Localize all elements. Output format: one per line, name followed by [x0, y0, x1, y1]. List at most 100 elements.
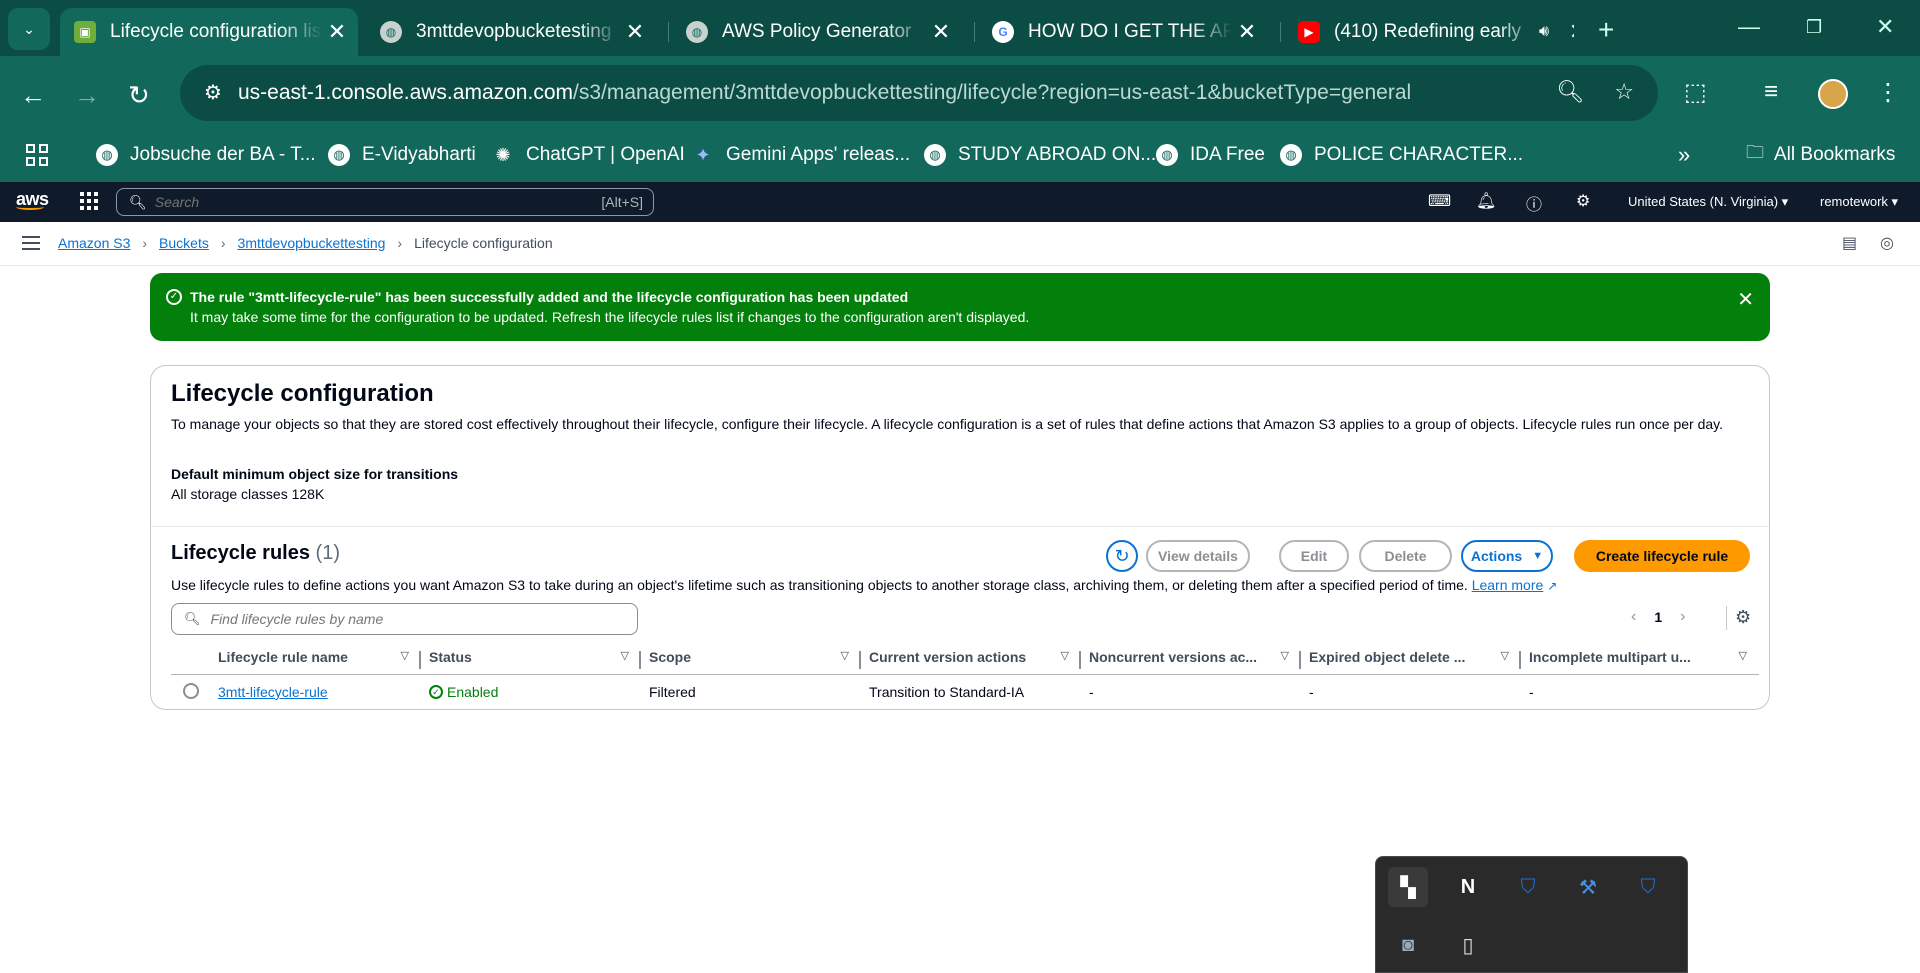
divider: [151, 526, 1769, 527]
rule-name-link[interactable]: 3mtt-lifecycle-rule: [218, 684, 328, 700]
column-header-incomplete-multipart[interactable]: Incomplete multipart u... ▽: [1521, 649, 1759, 674]
settings-icon[interactable]: ⚙︎: [1576, 191, 1590, 211]
bookmark-item[interactable]: ◍ IDA Free: [1156, 136, 1265, 174]
page-number[interactable]: 1: [1654, 609, 1662, 625]
bookmark-star-icon[interactable]: ☆: [1614, 79, 1634, 105]
profile-avatar[interactable]: [1818, 79, 1848, 109]
reload-icon[interactable]: ↻: [128, 80, 150, 111]
min-size-value: All storage classes 128K: [171, 486, 325, 502]
site-info-icon[interactable]: ⚙︎: [200, 80, 226, 106]
tool-icon[interactable]: ⚒︎: [1568, 867, 1608, 907]
bookmark-item[interactable]: ✦ Gemini Apps' releas...: [692, 136, 910, 174]
flash-body: It may take some time for the configurat…: [190, 309, 1030, 325]
tab-lifecycle[interactable]: ▣ Lifecycle configuration lis ✕: [60, 8, 358, 56]
table-row[interactable]: 3mtt-lifecycle-rule ✓ Enabled Filtered Tr…: [171, 676, 1759, 708]
column-header-noncurrent[interactable]: Noncurrent versions ac... ▽: [1081, 649, 1301, 674]
globe-icon: ◍: [96, 144, 118, 166]
camera-app-icon[interactable]: ◙: [1388, 925, 1428, 965]
services-menu-icon[interactable]: [80, 192, 98, 210]
help-icon[interactable]: ⓘ: [1526, 191, 1542, 215]
delete-button[interactable]: Delete: [1359, 540, 1452, 572]
next-page-icon[interactable]: ›: [1680, 608, 1685, 626]
row-radio[interactable]: [183, 682, 199, 699]
scope-cell: Filtered: [649, 684, 696, 700]
chevron-right-icon: ›: [220, 235, 226, 251]
extensions-icon[interactable]: ⬚: [1684, 78, 1707, 107]
minimize-icon[interactable]: —: [1738, 14, 1760, 40]
bookmark-item[interactable]: ◍ STUDY ABROAD ON...: [924, 136, 1156, 174]
column-header-expired-delete[interactable]: Expired object delete ... ▽: [1301, 649, 1521, 674]
notifications-icon[interactable]: 🔔︎: [1476, 191, 1496, 211]
forward-icon[interactable]: →: [74, 80, 100, 111]
tab-bucket[interactable]: ◍ 3mttdevopbucketesting ✕: [366, 8, 656, 56]
breadcrumb-bucket[interactable]: 3mttdevopbuckettesting: [238, 235, 386, 251]
security-shield-icon[interactable]: ⛉: [1628, 867, 1668, 907]
breadcrumb-amazon-s3[interactable]: Amazon S3: [58, 235, 130, 251]
tab-policy-generator[interactable]: ◍ AWS Policy Generator ✕: [672, 8, 962, 56]
dismiss-icon[interactable]: ✕: [1737, 287, 1754, 312]
aws-search-input[interactable]: [154, 194, 602, 210]
view-details-button[interactable]: View details: [1146, 540, 1250, 572]
more-bookmarks-icon[interactable]: »: [1678, 136, 1690, 174]
globe-icon: ◍: [686, 21, 708, 43]
tab-google[interactable]: G HOW DO I GET THE ARN ✕: [978, 8, 1268, 56]
zoom-icon[interactable]: 🔍︎: [1556, 79, 1584, 105]
column-header-status[interactable]: Status ▽: [421, 649, 641, 674]
create-lifecycle-rule-button[interactable]: Create lifecycle rule: [1574, 540, 1750, 572]
notion-icon[interactable]: N: [1448, 867, 1488, 907]
actions-button[interactable]: Actions ▼: [1461, 540, 1553, 572]
tab-youtube[interactable]: ▶ (410) Redefining early 🔊︎ ✕: [1284, 8, 1574, 56]
bookmark-item[interactable]: ✺ ChatGPT | OpenAI: [492, 136, 684, 174]
rule-name-cell: 3mtt-lifecycle-rule: [210, 684, 421, 700]
notifications-panel-icon[interactable]: ◎: [1880, 233, 1894, 253]
min-size-label: Default minimum object size for transiti…: [171, 466, 459, 482]
tab-search-button[interactable]: ⌄: [8, 8, 50, 50]
apps-icon[interactable]: [26, 136, 48, 174]
breadcrumb-buckets[interactable]: Buckets: [159, 235, 209, 251]
divider: [1726, 606, 1727, 630]
globe-icon: ◍: [1280, 144, 1302, 166]
prev-page-icon[interactable]: ‹: [1631, 608, 1636, 626]
address-bar[interactable]: ⚙︎ us-east-1.console.aws.amazon.com/s3/m…: [180, 65, 1658, 121]
column-header-current-actions[interactable]: Current version actions ▽: [861, 649, 1081, 674]
media-control-icon[interactable]: ≡: [1764, 78, 1778, 106]
defender-shield-icon[interactable]: ⛉: [1508, 867, 1548, 907]
breadcrumb: Amazon S3 › Buckets › 3mttdevopbuckettes…: [58, 235, 553, 251]
speaker-icon[interactable]: 🔊︎: [1539, 23, 1549, 41]
close-icon[interactable]: ✕: [926, 19, 956, 45]
region-selector[interactable]: United States (N. Virginia) ▾: [1628, 194, 1788, 210]
close-icon[interactable]: ✕: [620, 19, 650, 45]
bookmark-item[interactable]: ◍ POLICE CHARACTER...: [1280, 136, 1523, 174]
new-tab-button[interactable]: +: [1598, 14, 1614, 46]
all-bookmarks[interactable]: 🗀︎ All Bookmarks: [1746, 136, 1895, 174]
close-icon[interactable]: ✕: [1563, 19, 1574, 45]
pagination: ‹ 1 ›: [1631, 608, 1685, 626]
back-icon[interactable]: ←: [20, 80, 46, 111]
refresh-button[interactable]: ↻: [1106, 540, 1138, 572]
edit-button[interactable]: Edit: [1279, 540, 1349, 572]
window-close-icon[interactable]: ✕: [1876, 14, 1894, 40]
close-icon[interactable]: ✕: [322, 19, 352, 45]
cloudshell-icon[interactable]: ⌨︎: [1428, 191, 1451, 211]
account-menu[interactable]: remotework ▾: [1820, 194, 1898, 210]
table-preferences-icon[interactable]: ⚙︎: [1735, 607, 1751, 628]
learn-more-link[interactable]: Learn more: [1472, 577, 1544, 593]
usb-drive-icon[interactable]: ▯: [1448, 925, 1488, 965]
app-grid-icon[interactable]: ▚: [1388, 867, 1428, 907]
bookmark-item[interactable]: ◍ Jobsuche der BA - T...: [96, 136, 316, 174]
column-header-scope[interactable]: Scope ▽: [641, 649, 861, 674]
rules-filter[interactable]: 🔍︎: [171, 603, 638, 635]
side-nav-toggle-icon[interactable]: [22, 236, 40, 250]
column-header-name[interactable]: Lifecycle rule name ▽: [210, 649, 421, 674]
close-icon[interactable]: ✕: [1232, 19, 1262, 45]
rules-filter-input[interactable]: [210, 611, 637, 627]
bookmark-item[interactable]: ◍ E-Vidyabharti: [328, 136, 476, 174]
refresh-icon: ↻: [1114, 546, 1130, 566]
aws-logo[interactable]: aws: [16, 189, 49, 210]
tab-title: (410) Redefining early: [1334, 21, 1521, 42]
info-panel-icon[interactable]: ▤: [1842, 233, 1857, 253]
more-menu-icon[interactable]: ⋮: [1876, 78, 1900, 107]
aws-search-box[interactable]: 🔍︎ [Alt+S]: [116, 188, 654, 216]
chevron-right-icon: ›: [397, 235, 403, 251]
restore-icon[interactable]: ❐: [1806, 17, 1822, 38]
